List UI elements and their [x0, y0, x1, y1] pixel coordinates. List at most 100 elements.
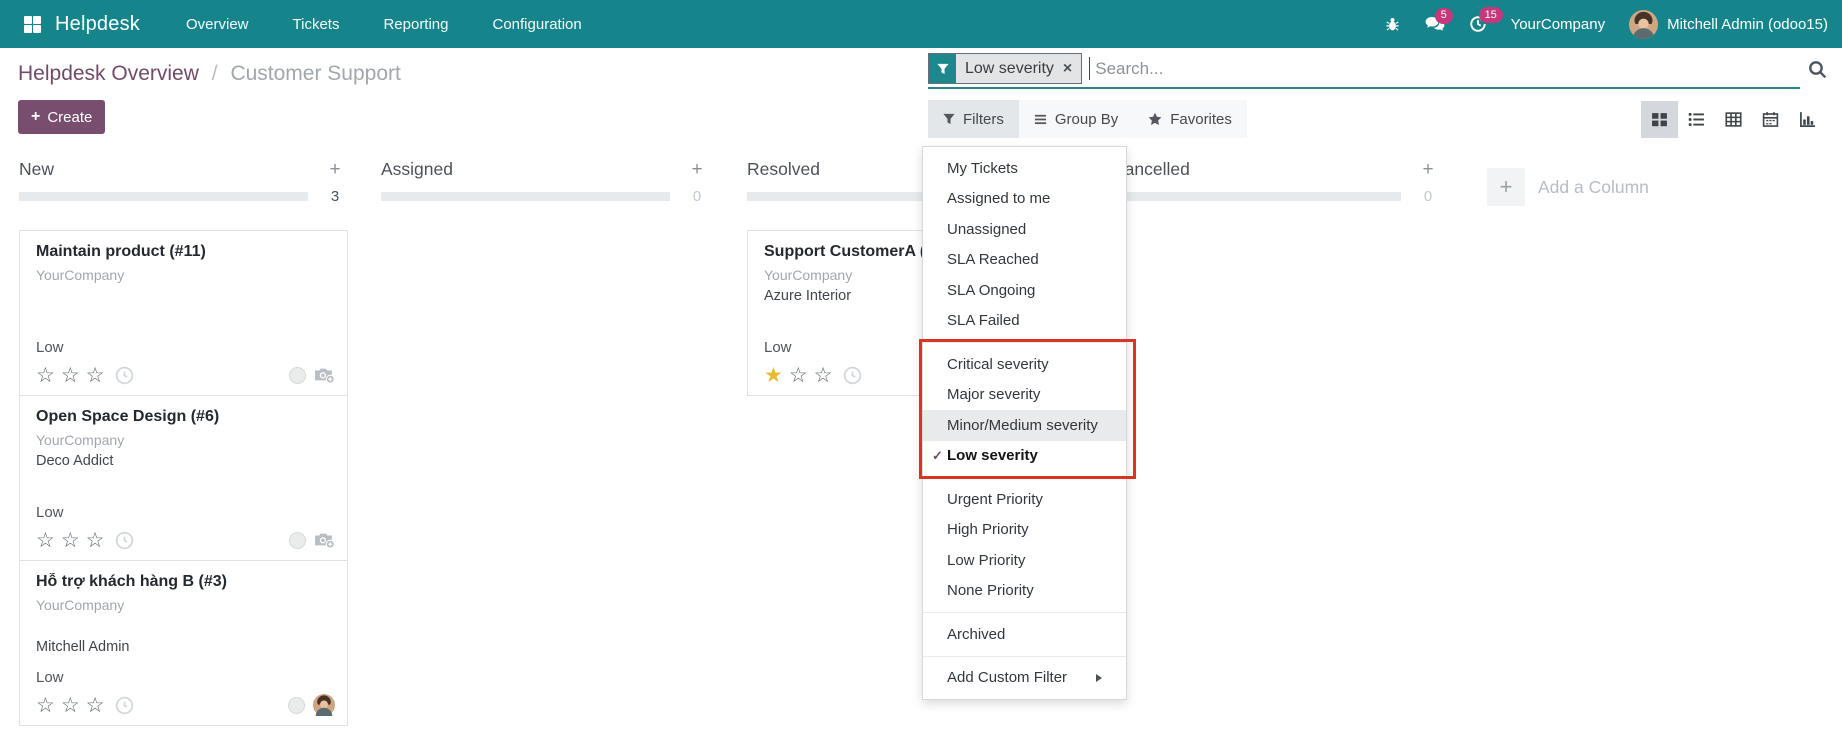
card-title[interactable]: Open Space Design (#6) [36, 408, 335, 432]
search-input[interactable] [1090, 59, 1800, 79]
filter-archived[interactable]: Archived [923, 619, 1126, 650]
activity-clock-icon[interactable] [115, 366, 134, 385]
quick-add-icon[interactable]: + [1415, 160, 1441, 179]
kanban-card[interactable]: Hỗ trợ khách hàng B (#3) YourCompany Mit… [19, 560, 348, 726]
apps-menu-icon[interactable] [24, 16, 41, 33]
navbar-left: Helpdesk Overview Tickets Reporting Conf… [0, 13, 582, 36]
card-severity: Low [36, 339, 335, 361]
messages-icon[interactable]: 5 [1425, 16, 1445, 33]
filter-minor-medium-severity[interactable]: Minor/Medium severity [923, 410, 1126, 441]
assignee-avatar[interactable] [313, 694, 335, 716]
column-progressbar[interactable] [1112, 192, 1401, 201]
priority-stars[interactable] [764, 365, 838, 386]
card-assignee: Mitchell Admin [36, 639, 335, 660]
menu-divider [923, 477, 1126, 478]
remove-facet-icon[interactable]: × [1063, 54, 1081, 83]
favorites-button[interactable]: Favorites [1133, 100, 1247, 138]
activity-clock-icon[interactable] [843, 366, 862, 385]
quick-add-icon[interactable]: + [322, 160, 348, 179]
filter-assigned-to-me[interactable]: Assigned to me [923, 184, 1126, 215]
view-switcher [1641, 101, 1826, 138]
view-kanban-icon[interactable] [1641, 101, 1678, 138]
view-list-icon[interactable] [1678, 101, 1715, 138]
filter-none-priority[interactable]: None Priority [923, 576, 1126, 607]
activity-clock-icon[interactable] [115, 696, 134, 715]
priority-stars[interactable] [36, 365, 110, 386]
user-name: Mitchell Admin (odoo15) [1667, 16, 1828, 33]
company-switcher[interactable]: YourCompany [1511, 16, 1606, 33]
search-facet-low-severity[interactable]: Low severity × [928, 53, 1082, 84]
filters-dropdown: My Tickets Assigned to me Unassigned SLA… [922, 146, 1127, 700]
activities-badge: 15 [1479, 7, 1503, 23]
user-avatar [1629, 10, 1658, 39]
menu-divider [923, 612, 1126, 613]
create-button[interactable]: + Create [18, 100, 105, 134]
column-count: 0 [1415, 188, 1441, 205]
kanban-card[interactable]: Maintain product (#11) YourCompany Low [19, 230, 348, 396]
messages-badge: 5 [1435, 8, 1453, 24]
kanban-card[interactable]: Open Space Design (#6) YourCompany Deco … [19, 395, 348, 561]
kanban-column-assigned: Assigned + 0 [381, 156, 710, 201]
filter-unassigned[interactable]: Unassigned [923, 214, 1126, 245]
filter-low-priority[interactable]: Low Priority [923, 545, 1126, 576]
view-graph-icon[interactable] [1789, 101, 1826, 138]
activities-icon[interactable]: 15 [1469, 15, 1487, 33]
filters-button[interactable]: Filters [928, 100, 1019, 138]
bug-icon[interactable] [1384, 16, 1401, 33]
filter-low-severity[interactable]: Low severity [923, 441, 1126, 472]
filter-my-tickets[interactable]: My Tickets [923, 153, 1126, 184]
filter-icon [943, 113, 955, 125]
user-menu[interactable]: Mitchell Admin (odoo15) [1629, 10, 1828, 39]
quick-add-icon[interactable]: + [684, 160, 710, 179]
add-column-label[interactable]: Add a Column [1538, 168, 1649, 206]
view-pivot-icon[interactable] [1715, 101, 1752, 138]
breadcrumb: Helpdesk Overview / Customer Support [18, 62, 401, 86]
group-by-button-label: Group By [1055, 111, 1118, 128]
filter-sla-ongoing[interactable]: SLA Ongoing [923, 275, 1126, 306]
filter-icon [929, 54, 956, 83]
assignee-avatar[interactable] [314, 366, 335, 384]
menu-item-label: Critical severity [947, 356, 1049, 373]
favorites-icon [1148, 112, 1162, 126]
search-icon[interactable] [1808, 60, 1827, 79]
card-assignee [36, 474, 335, 495]
card-title[interactable]: Maintain product (#11) [36, 243, 335, 267]
priority-stars[interactable] [36, 695, 110, 716]
filter-sla-reached[interactable]: SLA Reached [923, 245, 1126, 276]
card-title[interactable]: Hỗ trợ khách hàng B (#3) [36, 573, 335, 597]
kanban-column-cancelled: Cancelled + 0 [1112, 156, 1441, 201]
column-progressbar[interactable] [19, 192, 308, 201]
card-partner [36, 618, 335, 639]
search-bar: Low severity × [928, 50, 1800, 89]
filter-urgent-priority[interactable]: Urgent Priority [923, 484, 1126, 515]
filter-high-priority[interactable]: High Priority [923, 515, 1126, 546]
menu-overview[interactable]: Overview [186, 16, 249, 33]
kanban-state-icon[interactable] [288, 697, 305, 714]
filter-major-severity[interactable]: Major severity [923, 380, 1126, 411]
add-column-button[interactable]: + [1487, 168, 1525, 206]
group-by-button[interactable]: Group By [1019, 100, 1133, 138]
submenu-caret-icon [1096, 674, 1102, 682]
card-partner: Deco Addict [36, 453, 335, 474]
activity-clock-icon[interactable] [115, 531, 134, 550]
add-custom-filter[interactable]: Add Custom Filter [923, 663, 1126, 694]
assignee-avatar[interactable] [314, 531, 335, 549]
kanban-column-new: New + 3 Maintain product (#11) YourCompa… [19, 156, 348, 726]
menu-item-label: Major severity [947, 386, 1040, 403]
menu-reporting[interactable]: Reporting [383, 16, 448, 33]
app-title[interactable]: Helpdesk [55, 13, 140, 36]
filter-critical-severity[interactable]: Critical severity [923, 349, 1126, 380]
card-partner [36, 288, 335, 309]
column-progressbar[interactable] [381, 192, 670, 201]
menu-tickets[interactable]: Tickets [293, 16, 340, 33]
priority-stars[interactable] [36, 530, 110, 551]
kanban-state-icon[interactable] [289, 367, 306, 384]
top-navbar: Helpdesk Overview Tickets Reporting Conf… [0, 0, 1842, 48]
kanban-state-icon[interactable] [289, 532, 306, 549]
menu-configuration[interactable]: Configuration [493, 16, 582, 33]
view-calendar-icon[interactable] [1752, 101, 1789, 138]
breadcrumb-parent-link[interactable]: Helpdesk Overview [18, 62, 199, 85]
menu-item-label: Minor/Medium severity [947, 417, 1098, 434]
plus-icon: + [31, 109, 40, 125]
filter-sla-failed[interactable]: SLA Failed [923, 306, 1126, 337]
